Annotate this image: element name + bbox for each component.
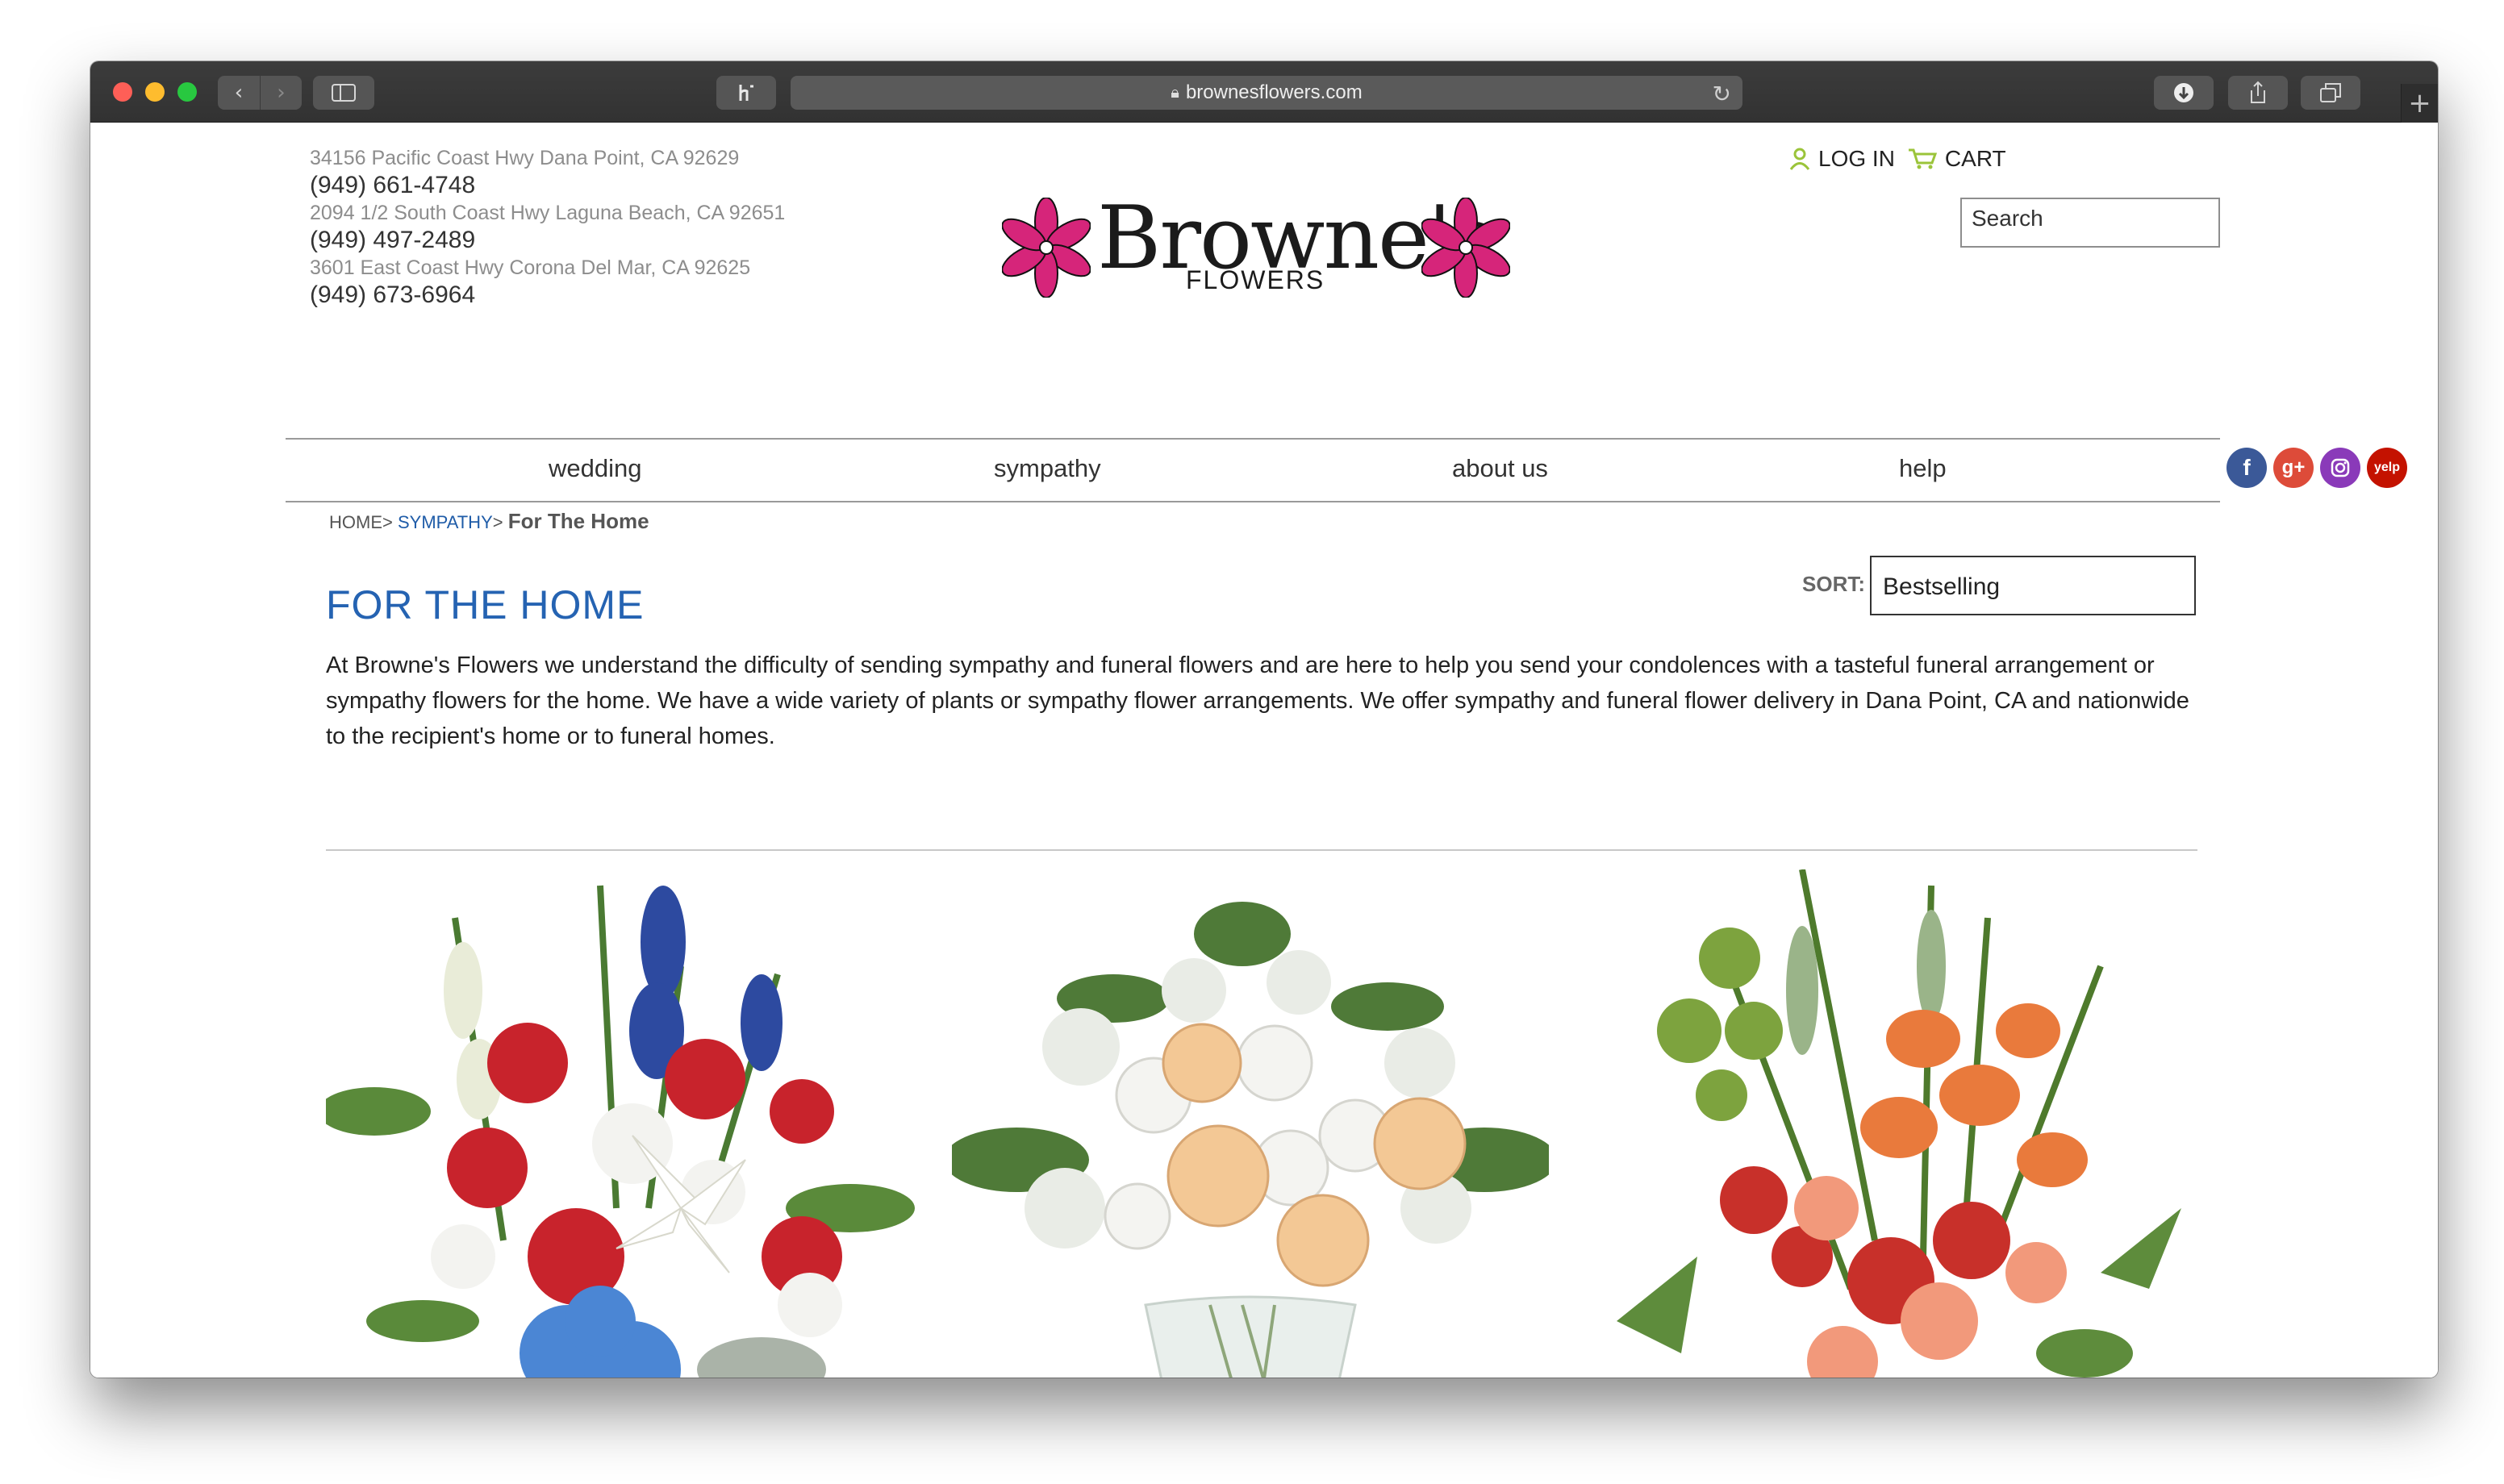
product-image-orange-red-arrangement[interactable]: [1584, 869, 2181, 1378]
new-tab-icon[interactable]: +: [2401, 84, 2438, 123]
breadcrumb-current: For The Home: [507, 509, 649, 533]
store-address: 3601 East Coast Hwy Corona Del Mar, CA 9…: [310, 256, 751, 279]
google-plus-icon[interactable]: g+: [2273, 448, 2314, 488]
store-phone[interactable]: (949) 497-2489: [310, 227, 785, 254]
address-bar[interactable]: 🔒︎ brownesflowers.com ↻: [791, 76, 1742, 110]
yelp-icon[interactable]: yelp: [2367, 448, 2407, 488]
breadcrumb-home[interactable]: HOME: [329, 512, 382, 532]
nav-item-help[interactable]: help: [1899, 454, 1947, 483]
main-nav: wedding sympathy about us help f g+ yelp: [286, 438, 2407, 502]
minimize-window-button[interactable]: [145, 82, 165, 102]
logo-subtitle: FLOWERS: [1186, 265, 1325, 294]
cart-icon: [1908, 148, 1937, 169]
browser-toolbar: ‹ › 🔒︎ brownesflowers.com ↻ +: [90, 61, 2438, 123]
lily-flower-icon: [1002, 198, 1091, 298]
social-links: f g+ yelp: [2226, 448, 2407, 488]
breadcrumb-sympathy[interactable]: SYMPATHY: [398, 512, 493, 532]
breadcrumb-separator: >: [492, 512, 503, 532]
facebook-icon[interactable]: f: [2226, 448, 2267, 488]
store-locations: 34156 Pacific Coast Hwy Dana Point, CA 9…: [310, 144, 785, 309]
page-title: FOR THE HOME: [326, 582, 645, 627]
downloads-icon[interactable]: [2154, 76, 2214, 110]
site-logo[interactable]: Browne's FLOWERS: [1002, 188, 1518, 311]
nav-item-about-us[interactable]: about us: [1452, 454, 1548, 483]
zoom-window-button[interactable]: [177, 82, 197, 102]
nav-item-wedding[interactable]: wedding: [549, 454, 641, 483]
close-window-button[interactable]: [113, 82, 132, 102]
store-phone[interactable]: (949) 661-4748: [310, 172, 785, 199]
extension-icon[interactable]: [716, 76, 776, 110]
product-image-patriotic-bouquet[interactable]: [326, 869, 923, 1378]
account-links: LOG IN CART: [1789, 146, 2006, 172]
user-icon: [1789, 148, 1810, 170]
lock-icon: 🔒︎: [1171, 83, 1179, 102]
instagram-icon[interactable]: [2320, 448, 2360, 488]
login-label: LOG IN: [1818, 146, 1895, 171]
lily-flower-icon: [1421, 198, 1510, 298]
url-text: brownesflowers.com: [1185, 81, 1363, 103]
cart-link[interactable]: CART: [1908, 146, 2006, 172]
category-description: At Browne's Flowers we understand the di…: [326, 652, 2189, 749]
login-link[interactable]: LOG IN: [1789, 146, 1895, 172]
reload-icon[interactable]: ↻: [1713, 81, 1731, 107]
nav-item-sympathy[interactable]: sympathy: [994, 454, 1101, 483]
product-image-peach-roses-vase[interactable]: [952, 869, 1549, 1378]
store-address: 2094 1/2 South Coast Hwy Laguna Beach, C…: [310, 202, 786, 224]
share-icon[interactable]: [2228, 76, 2288, 110]
breadcrumb: HOME> SYMPATHY> For The Home: [329, 509, 649, 534]
store-phone[interactable]: (949) 673-6964: [310, 281, 785, 309]
back-arrow-icon[interactable]: ‹: [218, 76, 260, 110]
forward-arrow-icon[interactable]: ›: [260, 76, 302, 110]
history-nav: ‹ ›: [218, 76, 302, 110]
search-input[interactable]: Search: [1960, 198, 2220, 248]
sidebar-toggle-icon[interactable]: [313, 76, 374, 110]
breadcrumb-separator: >: [382, 512, 393, 532]
divider: [326, 849, 2197, 851]
sort-select[interactable]: Bestselling: [1870, 556, 2196, 615]
sort-label: SORT:: [1802, 572, 1865, 596]
cart-label: CART: [1944, 146, 2006, 171]
tab-overview-icon[interactable]: [2301, 76, 2360, 110]
browser-window: ‹ › 🔒︎ brownesflowers.com ↻ + 34156 Paci…: [90, 61, 2438, 1378]
store-address: 34156 Pacific Coast Hwy Dana Point, CA 9…: [310, 147, 740, 169]
web-page: 34156 Pacific Coast Hwy Dana Point, CA 9…: [90, 123, 2438, 1378]
